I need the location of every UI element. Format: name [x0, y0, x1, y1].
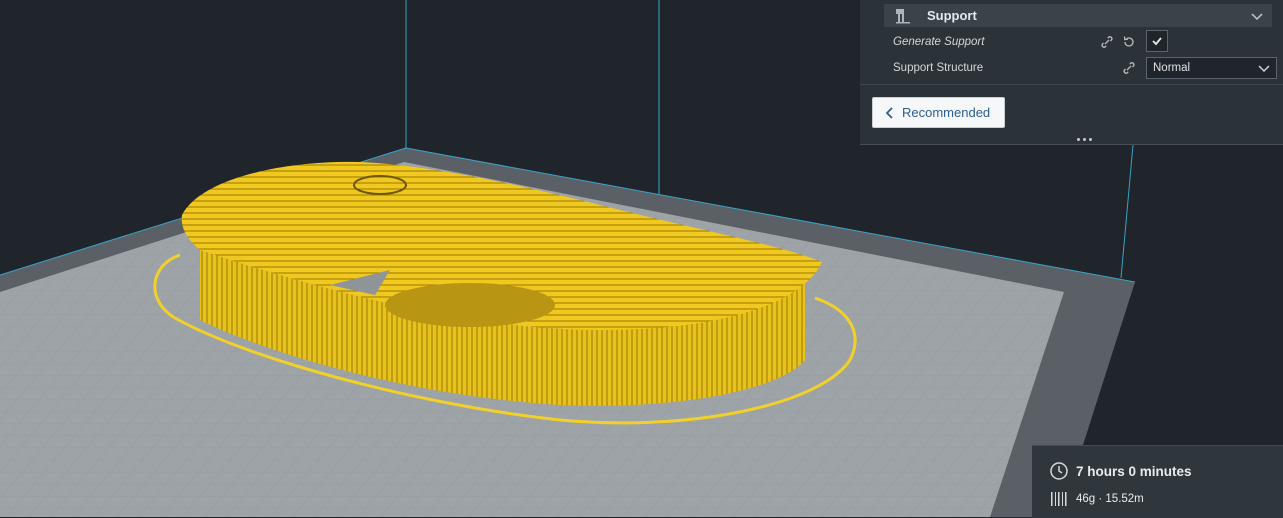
support-structure-dropdown[interactable]: Normal [1146, 57, 1277, 79]
divider [860, 84, 1283, 85]
link-icon[interactable] [1122, 61, 1136, 75]
generate-support-label: Generate Support [893, 36, 985, 48]
checkmark-icon [1152, 37, 1162, 46]
print-time-label: 7 hours 0 minutes [1076, 463, 1192, 479]
chevron-down-icon [1258, 65, 1270, 73]
support-category-header[interactable]: Support [884, 4, 1272, 27]
link-icon[interactable] [1100, 35, 1114, 49]
material-usage[interactable]: 46g · 15.52m [1049, 490, 1144, 508]
material-usage-label: 46g · 15.52m [1076, 493, 1144, 505]
filament-spool-icon [1051, 492, 1067, 506]
recommended-button-label: Recommended [902, 105, 991, 120]
category-label: Support [927, 8, 977, 23]
support-structure-label: Support Structure [893, 62, 984, 74]
panel-resize-handle[interactable] [1077, 138, 1092, 141]
chevron-left-icon [885, 106, 893, 119]
generate-support-checkbox[interactable] [1146, 30, 1168, 52]
reset-icon[interactable] [1122, 35, 1136, 49]
support-icon [896, 8, 910, 23]
chevron-down-icon[interactable] [1250, 9, 1264, 23]
print-time[interactable]: 7 hours 0 minutes [1049, 461, 1192, 481]
dropdown-value: Normal [1153, 62, 1191, 74]
recommended-button[interactable]: Recommended [872, 97, 1005, 128]
clock-icon [1050, 462, 1068, 480]
